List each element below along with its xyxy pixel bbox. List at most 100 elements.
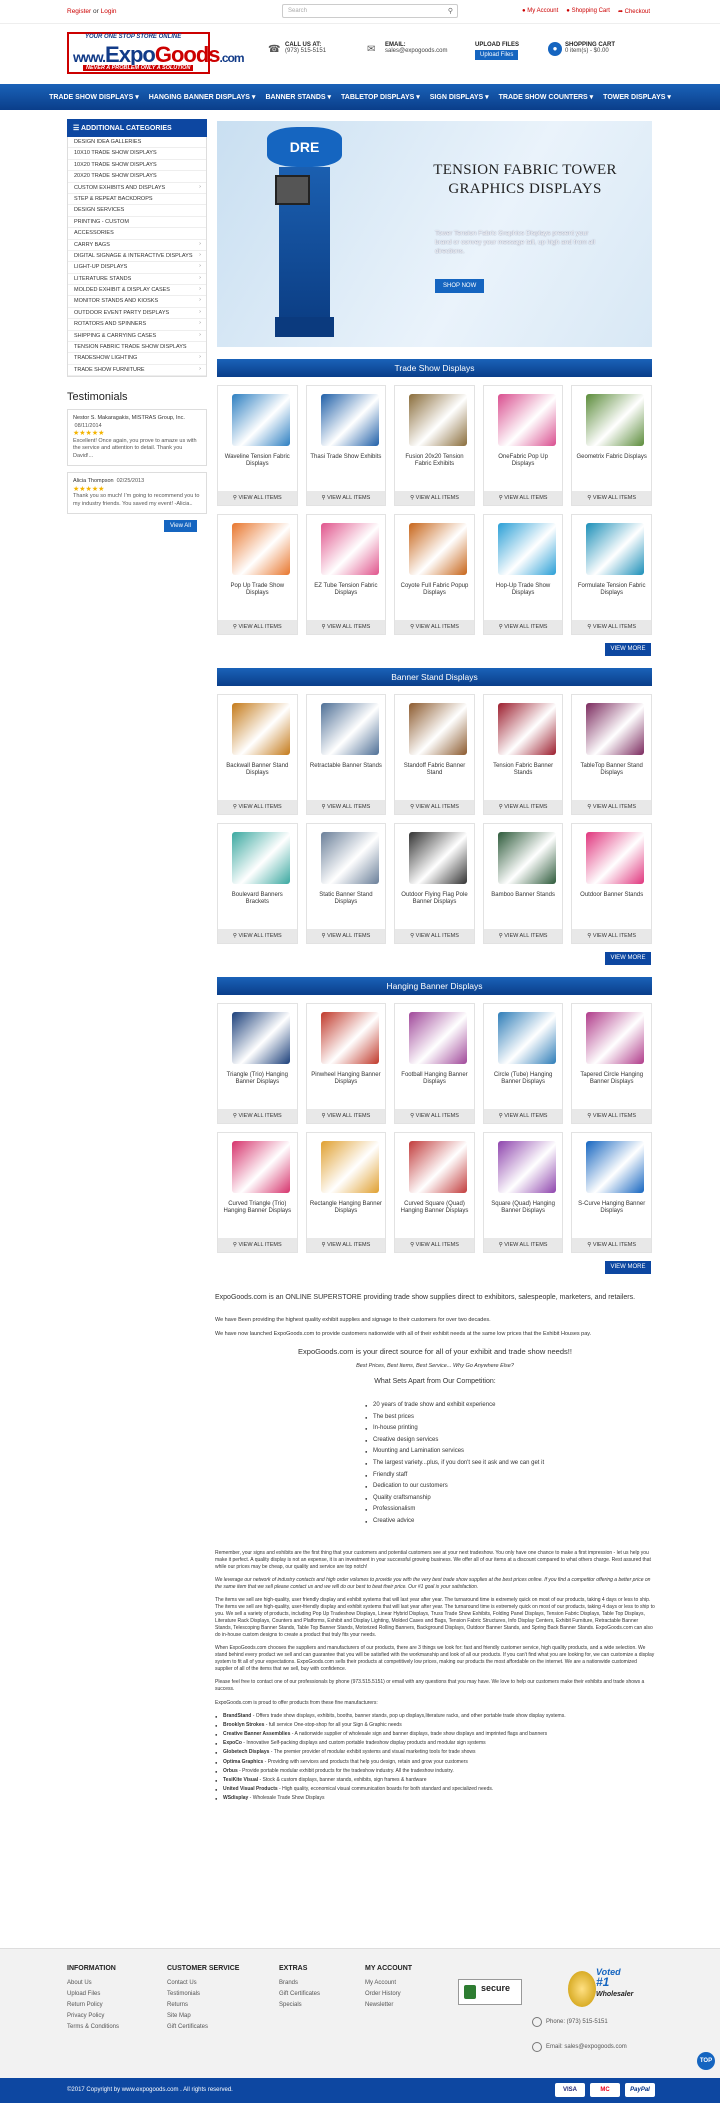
product-card[interactable]: Rectangle Hanging Banner Displays ⚲ VIEW … bbox=[305, 1132, 387, 1253]
sidebar-category[interactable]: ACCESSORIES bbox=[68, 228, 206, 240]
product-title[interactable]: Tension Fabric Banner Stands bbox=[487, 763, 560, 778]
nav-trade-show-counters[interactable]: TRADE SHOW COUNTERS ▾ bbox=[499, 93, 594, 101]
nav-sign-displays[interactable]: SIGN DISPLAYS ▾ bbox=[430, 93, 489, 101]
product-title[interactable]: Backwall Banner Stand Displays bbox=[221, 763, 294, 778]
footer-email[interactable]: Email: sales@expogoods.com bbox=[532, 2042, 627, 2052]
product-card[interactable]: Pop Up Trade Show Displays ⚲ VIEW ALL ITE… bbox=[217, 514, 298, 635]
product-title[interactable]: S-Curve Hanging Banner Displays bbox=[575, 1201, 648, 1216]
product-card[interactable]: Tapered Circle Hanging Banner Displays ⚲ … bbox=[571, 1003, 652, 1124]
view-all-testimonials-button[interactable]: View All bbox=[164, 520, 197, 533]
view-more-button[interactable]: VIEW MORE bbox=[605, 1261, 651, 1274]
product-title[interactable]: Retractable Banner Stands bbox=[310, 763, 383, 770]
brand-name-link[interactable]: United Visual Products bbox=[223, 1786, 278, 1792]
product-image[interactable] bbox=[232, 394, 290, 446]
sidebar-category[interactable]: TENSION FABRIC TRADE SHOW DISPLAYS bbox=[68, 342, 206, 354]
product-title[interactable]: Waveline Tension Fabric Displays bbox=[221, 454, 294, 469]
product-title[interactable]: Football Hanging Banner Displays bbox=[398, 1072, 471, 1087]
search-input[interactable]: Search ⚲ bbox=[282, 4, 458, 18]
nav-hanging-banner-displays[interactable]: HANGING BANNER DISPLAYS ▾ bbox=[149, 93, 256, 101]
brand-name-link[interactable]: Creative Banner Assemblies bbox=[223, 1731, 290, 1737]
product-title[interactable]: EZ Tube Tension Fabric Displays bbox=[310, 583, 383, 598]
sidebar-category[interactable]: CUSTOM EXHIBITS AND DISPLAYS › bbox=[68, 183, 206, 194]
view-all-items-button[interactable]: ⚲ VIEW ALL ITEMS bbox=[218, 491, 297, 505]
product-card[interactable]: Fusion 20x20 Tension Fabric Exhibits ⚲ VI… bbox=[394, 385, 475, 506]
product-image[interactable] bbox=[232, 523, 290, 575]
product-title[interactable]: Rectangle Hanging Banner Displays bbox=[310, 1201, 383, 1216]
view-all-items-button[interactable]: ⚲ VIEW ALL ITEMS bbox=[218, 1238, 297, 1252]
footer-link[interactable]: Specials bbox=[279, 2000, 320, 2011]
sidebar-category[interactable]: TRADESHOW LIGHTING › bbox=[68, 353, 206, 365]
footer-link[interactable]: Privacy Policy bbox=[67, 2011, 119, 2022]
product-image[interactable] bbox=[497, 523, 556, 575]
sidebar-category[interactable]: SHIPPING & CARRYING CASES › bbox=[68, 331, 206, 343]
product-card[interactable]: OneFabric Pop Up Displays ⚲ VIEW ALL ITEM… bbox=[482, 385, 564, 506]
product-title[interactable]: Pop Up Trade Show Displays bbox=[221, 583, 294, 598]
product-title[interactable]: Fusion 20x20 Tension Fabric Exhibits bbox=[398, 454, 471, 469]
product-title[interactable]: Tapered Circle Hanging Banner Displays bbox=[575, 1072, 648, 1087]
product-card[interactable]: Outdoor Banner Stands ⚲ VIEW ALL ITEMS bbox=[571, 823, 652, 944]
brand-name-link[interactable]: Optima Graphics bbox=[223, 1759, 263, 1765]
upload-files-button[interactable]: Upload Files bbox=[475, 50, 519, 60]
product-card[interactable]: Hop-Up Trade Show Displays ⚲ VIEW ALL ITE… bbox=[482, 514, 564, 635]
product-image[interactable] bbox=[409, 1012, 468, 1064]
footer-link[interactable]: Testimonials bbox=[167, 1989, 239, 2000]
product-image[interactable] bbox=[232, 1141, 290, 1193]
product-card[interactable]: Formulate Tension Fabric Displays ⚲ VIEW … bbox=[571, 514, 652, 635]
product-image[interactable] bbox=[586, 703, 645, 755]
shop-now-button[interactable]: SHOP NOW bbox=[435, 279, 485, 293]
footer-link[interactable]: Site Map bbox=[167, 2011, 239, 2022]
back-to-top-button[interactable]: TOP bbox=[697, 2052, 715, 2070]
sidebar-category[interactable]: ROTATORS AND SPINNERS › bbox=[68, 319, 206, 331]
view-all-items-button[interactable]: ⚲ VIEW ALL ITEMS bbox=[572, 1238, 651, 1252]
product-image[interactable] bbox=[232, 832, 290, 884]
sidebar-category[interactable]: 20X20 TRADE SHOW DISPLAYS bbox=[68, 171, 206, 183]
product-image[interactable] bbox=[586, 523, 645, 575]
brand-name-link[interactable]: Globetech Displays bbox=[223, 1749, 269, 1755]
product-image[interactable] bbox=[320, 1012, 379, 1064]
product-card[interactable]: S-Curve Hanging Banner Displays ⚲ VIEW AL… bbox=[571, 1132, 652, 1253]
footer-link[interactable]: Brands bbox=[279, 1978, 320, 1989]
view-all-items-button[interactable]: ⚲ VIEW ALL ITEMS bbox=[218, 800, 297, 814]
view-all-items-button[interactable]: ⚲ VIEW ALL ITEMS bbox=[483, 1238, 563, 1252]
view-all-items-button[interactable]: ⚲ VIEW ALL ITEMS bbox=[306, 1109, 386, 1123]
nav-tower-displays[interactable]: TOWER DISPLAYS ▾ bbox=[603, 93, 671, 101]
product-title[interactable]: Thasi Trade Show Exhibits bbox=[310, 454, 383, 461]
product-title[interactable]: Triangle (Trio) Hanging Banner Displays bbox=[221, 1072, 294, 1087]
product-image[interactable] bbox=[409, 394, 468, 446]
view-all-items-button[interactable]: ⚲ VIEW ALL ITEMS bbox=[395, 1109, 474, 1123]
product-card[interactable]: Retractable Banner Stands ⚲ VIEW ALL ITEM… bbox=[305, 694, 387, 815]
product-card[interactable]: Thasi Trade Show Exhibits ⚲ VIEW ALL ITEM… bbox=[305, 385, 387, 506]
product-card[interactable]: Standoff Fabric Banner Stand ⚲ VIEW ALL I… bbox=[394, 694, 475, 815]
product-image[interactable] bbox=[409, 832, 468, 884]
view-all-items-button[interactable]: ⚲ VIEW ALL ITEMS bbox=[306, 1238, 386, 1252]
product-card[interactable]: Backwall Banner Stand Displays ⚲ VIEW ALL… bbox=[217, 694, 298, 815]
view-all-items-button[interactable]: ⚲ VIEW ALL ITEMS bbox=[218, 1109, 297, 1123]
view-all-items-button[interactable]: ⚲ VIEW ALL ITEMS bbox=[395, 491, 474, 505]
product-title[interactable]: Standoff Fabric Banner Stand bbox=[398, 763, 471, 778]
sidebar-category[interactable]: LITERATURE STANDS › bbox=[68, 274, 206, 286]
product-title[interactable]: Static Banner Stand Displays bbox=[310, 892, 383, 907]
sidebar-category[interactable]: TRADE SHOW FURNITURE › bbox=[68, 365, 206, 377]
header-cart[interactable]: ● SHOPPING CART 0 item(s) - $0.00 bbox=[548, 42, 615, 56]
email-link[interactable]: sales@expogoods.com bbox=[385, 48, 447, 54]
product-title[interactable]: Formulate Tension Fabric Displays bbox=[575, 583, 648, 598]
view-all-items-button[interactable]: ⚲ VIEW ALL ITEMS bbox=[572, 491, 651, 505]
sidebar-category[interactable]: 10X20 TRADE SHOW DISPLAYS bbox=[68, 160, 206, 172]
product-title[interactable]: Boulevard Banners Brackets bbox=[221, 892, 294, 907]
footer-link[interactable]: Gift Certificates bbox=[167, 2022, 239, 2033]
product-image[interactable] bbox=[497, 832, 556, 884]
brand-name-link[interactable]: Orbus bbox=[223, 1768, 238, 1774]
view-all-items-button[interactable]: ⚲ VIEW ALL ITEMS bbox=[572, 1109, 651, 1123]
product-card[interactable]: EZ Tube Tension Fabric Displays ⚲ VIEW AL… bbox=[305, 514, 387, 635]
sidebar-category[interactable]: LIGHT-UP DISPLAYS › bbox=[68, 262, 206, 274]
product-image[interactable] bbox=[497, 394, 556, 446]
product-image[interactable] bbox=[320, 832, 379, 884]
product-title[interactable]: Outdoor Banner Stands bbox=[575, 892, 648, 899]
product-image[interactable] bbox=[497, 1141, 556, 1193]
hero-banner[interactable]: DRE TENSION FABRIC TOWER GRAPHICS DISPLAY… bbox=[217, 121, 652, 347]
product-card[interactable]: Boulevard Banners Brackets ⚲ VIEW ALL ITE… bbox=[217, 823, 298, 944]
product-image[interactable] bbox=[409, 1141, 468, 1193]
product-card[interactable]: Geometrix Fabric Displays ⚲ VIEW ALL ITEM… bbox=[571, 385, 652, 506]
view-all-items-button[interactable]: ⚲ VIEW ALL ITEMS bbox=[483, 800, 563, 814]
product-card[interactable]: Waveline Tension Fabric Displays ⚲ VIEW A… bbox=[217, 385, 298, 506]
